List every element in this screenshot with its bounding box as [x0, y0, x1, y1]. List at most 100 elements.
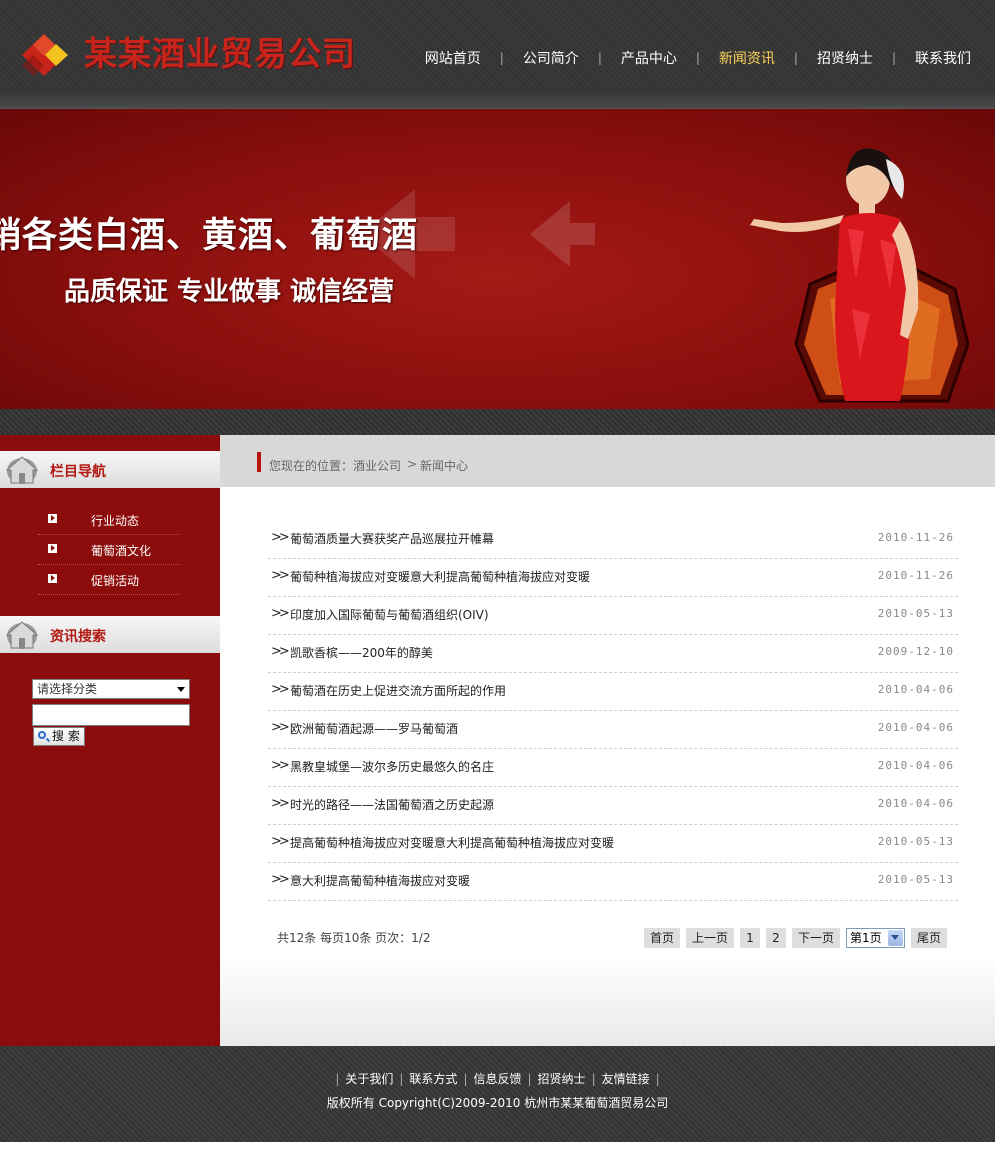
list-item: >> 欧洲葡萄酒起源——罗马葡萄酒 2010-04-06	[268, 711, 958, 749]
footer-separator: |	[463, 1072, 468, 1086]
news-title-link[interactable]: 凯歌香槟——200年的醇美	[290, 644, 433, 661]
sidebar-item-promotions[interactable]: 促销活动	[38, 565, 180, 595]
first-page-button[interactable]: 首页	[644, 928, 680, 948]
footer-link-jobs[interactable]: 招贤纳士	[538, 1072, 586, 1086]
search-icon	[38, 731, 46, 739]
page-1-button[interactable]: 1	[740, 928, 760, 948]
category-select-value: 请选择分类	[37, 682, 98, 696]
news-date: 2010-11-26	[877, 531, 954, 544]
logo-diamond-icon	[22, 34, 68, 76]
footer-link-feedback[interactable]: 信息反馈	[473, 1072, 521, 1086]
double-chevron-icon: >>	[271, 834, 290, 849]
sidebar-item-label[interactable]: 促销活动	[91, 572, 139, 589]
nav-separator: |	[499, 51, 504, 65]
news-title-link[interactable]: 葡萄种植海拔应对变暖意大利提高葡萄种植海拔应对变暖	[290, 568, 590, 585]
sidebar-item-wine-culture[interactable]: 葡萄酒文化	[38, 535, 180, 565]
list-item: >> 葡萄酒在历史上促进交流方面所起的作用 2010-04-06	[268, 673, 958, 711]
news-date: 2009-12-10	[877, 645, 954, 658]
news-title-link[interactable]: 欧洲葡萄酒起源——罗马葡萄酒	[290, 720, 458, 737]
nav-separator: |	[695, 51, 700, 65]
keyword-input[interactable]	[32, 704, 190, 726]
footer-links: | 关于我们 | 联系方式 | 信息反馈 | 招贤纳士 | 友情链接 |	[0, 1070, 995, 1087]
double-chevron-icon: >>	[271, 720, 290, 735]
list-item: >> 黑教皇城堡—波尔多历史最悠久的名庄 2010-04-06	[268, 749, 958, 787]
nav-separator: |	[891, 51, 896, 65]
breadcrumb-home-link[interactable]: 酒业公司	[353, 457, 401, 474]
sidebar-nav-header: 栏目导航	[0, 451, 220, 488]
footer-link-contact[interactable]: 联系方式	[409, 1072, 457, 1086]
list-item: >> 葡萄酒质量大赛获奖产品巡展拉开帷幕 2010-11-26	[268, 521, 958, 559]
sidebar-search-title: 资讯搜索	[50, 629, 106, 645]
list-item: >> 意大利提高葡萄种植海拔应对变暖 2010-05-13	[268, 863, 958, 901]
news-title-link[interactable]: 时光的路径——法国葡萄酒之历史起源	[290, 796, 494, 813]
sidebar-item-industry[interactable]: 行业动态	[38, 505, 180, 535]
sidebar-search-header: 资讯搜索	[0, 616, 220, 653]
breadcrumb-current[interactable]: 新闻中心	[420, 457, 468, 474]
page-select-value: 第1页	[850, 931, 882, 945]
nav-item-news[interactable]: 新闻资讯	[719, 48, 775, 68]
logo[interactable]: 某某酒业贸易公司	[22, 30, 355, 78]
news-title-link[interactable]: 意大利提高葡萄种植海拔应对变暖	[290, 872, 470, 889]
bullet-arrow-icon	[48, 544, 57, 553]
breadcrumb-marker	[257, 452, 261, 472]
news-date: 2010-05-13	[877, 835, 954, 848]
banner-slogan: 品质保证 专业做事 诚信经营	[64, 277, 395, 307]
nav-item-about[interactable]: 公司简介	[523, 48, 579, 68]
copyright: 版权所有 Copyright(C)2009-2010 杭州市某某葡萄酒贸易公司	[326, 1096, 669, 1110]
bullet-arrow-icon	[48, 514, 57, 523]
sidebar: 栏目导航 行业动态 葡萄酒文化 促销活动 资讯搜索 请选择分类 搜 索	[0, 435, 220, 1046]
hero-banner: 销各类白酒、黄酒、葡萄酒 品质保证 专业做事 诚信经营	[0, 109, 995, 409]
news-date: 2010-04-06	[877, 797, 954, 810]
news-date: 2010-04-06	[877, 683, 954, 696]
sidebar-item-label[interactable]: 葡萄酒文化	[91, 542, 151, 559]
footer-separator: |	[591, 1072, 596, 1086]
news-date: 2010-05-13	[877, 607, 954, 620]
main-content: 您现在的位置： 酒业公司 > 新闻中心 >> 葡萄酒质量大赛获奖产品巡展拉开帷幕 2…	[220, 435, 995, 1046]
double-chevron-icon: >>	[271, 530, 290, 545]
footer-link-about[interactable]: 关于我们	[345, 1072, 393, 1086]
nav-item-jobs[interactable]: 招贤纳士	[817, 48, 873, 68]
footer-link-friends[interactable]: 友情链接	[602, 1072, 650, 1086]
news-title-link[interactable]: 黑教皇城堡—波尔多历史最悠久的名庄	[290, 758, 494, 775]
news-title-link[interactable]: 葡萄酒质量大赛获奖产品巡展拉开帷幕	[290, 530, 494, 547]
news-date: 2010-11-26	[877, 569, 954, 582]
banner-divider	[0, 409, 995, 435]
banner-headline: 销各类白酒、黄酒、葡萄酒	[0, 216, 419, 256]
nav-item-products[interactable]: 产品中心	[621, 48, 677, 68]
category-select[interactable]: 请选择分类	[32, 679, 190, 699]
nav-separator: |	[793, 51, 798, 65]
prev-page-button[interactable]: 上一页	[686, 928, 734, 948]
double-chevron-icon: >>	[271, 758, 290, 773]
logo-text: 某某酒业贸易公司	[84, 34, 356, 73]
main-nav: 网站首页 | 公司简介 | 产品中心 | 新闻资讯 | 招贤纳士 | 联系我们	[425, 48, 971, 68]
chevron-down-icon	[888, 930, 903, 946]
pagination-info: 共12条 每页10条 页次：1/2	[277, 931, 431, 945]
page-2-button[interactable]: 2	[766, 928, 786, 948]
page-select[interactable]: 第1页	[846, 928, 905, 948]
last-page-button[interactable]: 尾页	[911, 928, 947, 948]
list-item: >> 提高葡萄种植海拔应对变暖意大利提高葡萄种植海拔应对变暖 2010-05-13	[268, 825, 958, 863]
list-item: >> 葡萄种植海拔应对变暖意大利提高葡萄种植海拔应对变暖 2010-11-26	[268, 559, 958, 597]
next-page-button[interactable]: 下一页	[792, 928, 840, 948]
list-item: >> 凯歌香槟——200年的醇美 2009-12-10	[268, 635, 958, 673]
nav-item-home[interactable]: 网站首页	[425, 48, 481, 68]
news-title-link[interactable]: 提高葡萄种植海拔应对变暖意大利提高葡萄种植海拔应对变暖	[290, 834, 614, 851]
search-button[interactable]: 搜 索	[33, 727, 85, 746]
breadcrumb-prefix: 您现在的位置：	[269, 459, 354, 473]
news-list: >> 葡萄酒质量大赛获奖产品巡展拉开帷幕 2010-11-26 >> 葡萄种植海拔应对…	[268, 521, 958, 901]
house-icon	[5, 456, 39, 484]
double-chevron-icon: >>	[271, 568, 290, 583]
breadcrumb-separator: >	[407, 457, 418, 471]
double-chevron-icon: >>	[271, 644, 290, 659]
footer-separator: |	[655, 1072, 660, 1086]
news-title-link[interactable]: 葡萄酒在历史上促进交流方面所起的作用	[290, 682, 506, 699]
nav-item-contact[interactable]: 联系我们	[915, 48, 971, 68]
sidebar-menu: 行业动态 葡萄酒文化 促销活动	[38, 505, 180, 595]
bullet-arrow-icon	[48, 574, 57, 583]
news-title-link[interactable]: 印度加入国际葡萄与葡萄酒组织(OIV)	[290, 606, 489, 623]
sidebar-item-label[interactable]: 行业动态	[91, 512, 139, 529]
double-chevron-icon: >>	[271, 606, 290, 621]
footer-separator: |	[335, 1072, 340, 1086]
breadcrumb: 您现在的位置： 酒业公司 > 新闻中心	[220, 435, 995, 487]
list-item: >> 印度加入国际葡萄与葡萄酒组织(OIV) 2010-05-13	[268, 597, 958, 635]
